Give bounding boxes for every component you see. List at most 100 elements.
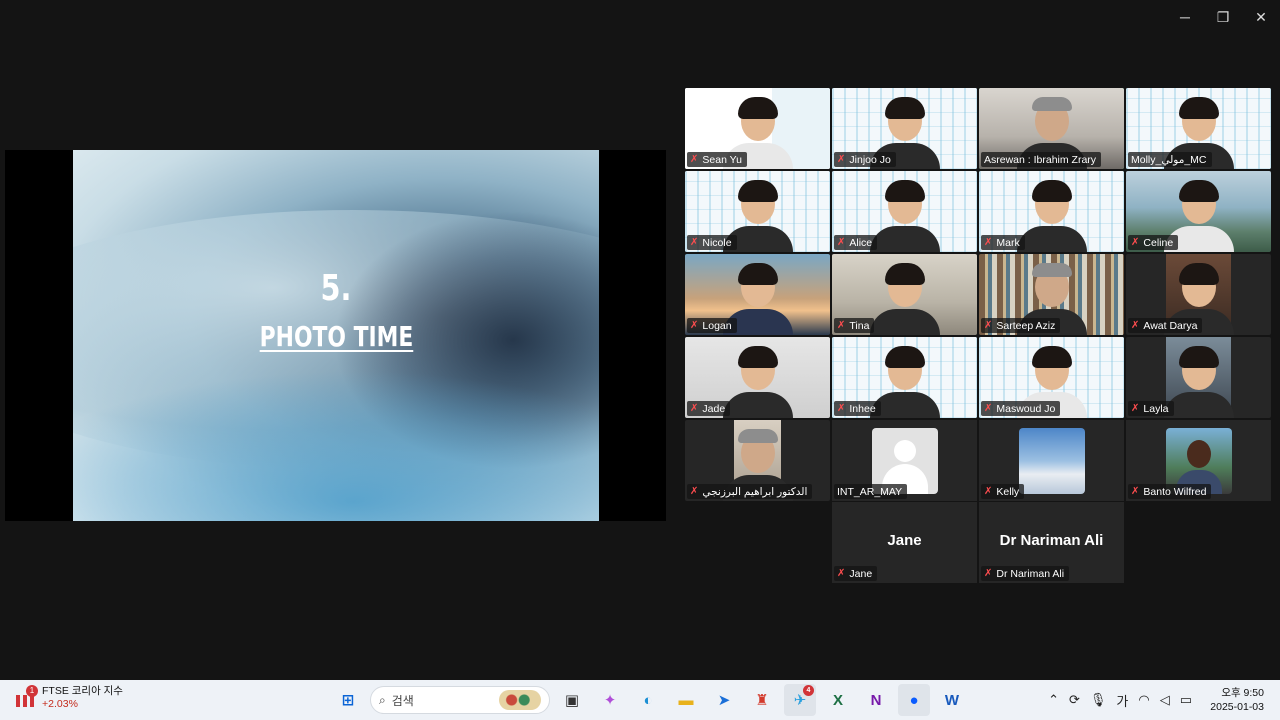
window-controls: ─ ❐ ✕ — [1166, 0, 1280, 34]
battery-icon[interactable]: ▭ — [1180, 692, 1192, 708]
participant-nametag: ✗ Banto Wilfred — [1128, 484, 1212, 499]
participant-video — [869, 180, 940, 252]
chevron-up-icon[interactable]: ⌃ — [1048, 692, 1059, 708]
mic-muted-icon: ✗ — [1131, 320, 1140, 331]
participant-nametag: ✗ Inhee — [834, 401, 881, 416]
participant-tile[interactable]: ✗ Layla — [1126, 337, 1271, 418]
clock[interactable]: 오후 9:50 2025-01-03 — [1210, 686, 1264, 714]
participant-nametag: ✗ Mark — [981, 235, 1025, 250]
participant-tile[interactable]: ✗ Sean Yu — [685, 88, 830, 169]
taskbar-search[interactable]: ⌕ 검색 — [370, 686, 550, 714]
clock-time: 오후 9:50 — [1221, 687, 1264, 699]
arrow-app-icon[interactable]: ➤ — [708, 684, 740, 716]
task-view-icon[interactable]: ▣ — [556, 684, 588, 716]
mic-muted-icon: ✗ — [837, 568, 846, 579]
participant-tile-camera-off[interactable]: ✗ Kelly — [979, 420, 1124, 501]
participant-nametag: ✗ Sean Yu — [687, 152, 747, 167]
mic-muted-icon: ✗ — [984, 320, 993, 331]
microphone-icon[interactable]: 🎙︎ — [1090, 692, 1107, 708]
participant-tile[interactable]: ✗ الدكتور ابراهيم البرزنجي — [685, 420, 830, 501]
sync-icon[interactable]: ⟳ — [1069, 692, 1080, 708]
participant-tile[interactable]: ✗ Tina — [832, 254, 977, 335]
participant-gallery: ✗ Sean Yu ✗ Jinjoo Jo Asrewan : Ibrahim Zr… — [685, 88, 1271, 583]
participant-display-name: Jane — [887, 532, 922, 549]
mic-muted-icon: ✗ — [690, 154, 699, 165]
mic-muted-icon: ✗ — [690, 320, 699, 331]
participant-video — [869, 263, 940, 335]
participant-tile[interactable]: ✗ Inhee — [832, 337, 977, 418]
stock-widget[interactable]: 1 FTSE 코리아 지수 +2.03% — [14, 685, 123, 711]
participant-nametag: ✗ Sarteep Aziz — [981, 318, 1061, 333]
participant-tile[interactable]: ✗ Celine — [1126, 171, 1271, 252]
search-placeholder: 검색 — [391, 693, 414, 708]
taskbar-apps: ⊞ ⌕ 검색 ▣ ✦ ◐ ▬ ➤ ♜ ✈ 4 X N ● W — [332, 684, 968, 716]
mic-muted-icon: ✗ — [1131, 403, 1140, 414]
robot-app-icon[interactable]: ♜ — [746, 684, 778, 716]
participant-tile-camera-off[interactable]: ✗ Banto Wilfred — [1126, 420, 1271, 501]
participant-tile[interactable]: ✗ Maswoud Jo — [979, 337, 1124, 418]
participant-tile-camera-off[interactable]: INT_AR_MAY — [832, 420, 977, 501]
presentation-slide: 5. PHOTO TIME — [73, 150, 599, 521]
minimize-button[interactable]: ─ — [1166, 0, 1204, 34]
participant-nametag: ✗ Jane — [834, 566, 878, 581]
profile-picture — [1018, 428, 1085, 494]
copilot-icon[interactable]: ✦ — [594, 684, 626, 716]
telegram-badge: 4 — [803, 685, 814, 696]
wifi-icon[interactable]: ◠ — [1138, 692, 1149, 708]
widget-title: FTSE 코리아 지수 — [42, 685, 123, 697]
participant-nametag: ✗ Jade — [687, 401, 731, 416]
participant-tile[interactable]: ✗ Awat Darya — [1126, 254, 1271, 335]
participant-nametag: Asrewan : Ibrahim Zrary — [981, 152, 1102, 167]
participant-nametag: ✗ Tina — [834, 318, 875, 333]
volume-icon[interactable]: ◁ — [1160, 692, 1170, 708]
close-button[interactable]: ✕ — [1242, 0, 1280, 34]
participant-tile[interactable]: ✗ Nicole — [685, 171, 830, 252]
mic-muted-icon: ✗ — [690, 403, 699, 414]
participant-nametag: ✗ Maswoud Jo — [981, 401, 1061, 416]
slide-title: PHOTO TIME — [259, 320, 413, 353]
ime-indicator[interactable]: 가 — [1116, 691, 1128, 710]
participant-video — [1163, 346, 1234, 418]
participant-nametag: ✗ Layla — [1128, 401, 1174, 416]
mic-muted-icon: ✗ — [690, 486, 699, 497]
participant-tile[interactable]: ✗ Mark — [979, 171, 1124, 252]
mic-muted-icon: ✗ — [837, 237, 846, 248]
notification-badge: 1 — [26, 685, 38, 697]
mic-muted-icon: ✗ — [1131, 486, 1140, 497]
file-explorer-icon[interactable]: ▬ — [670, 684, 702, 716]
participant-video — [1016, 180, 1087, 252]
participant-nametag: ✗ Celine — [1128, 235, 1179, 250]
clock-date: 2025-01-03 — [1210, 701, 1264, 713]
participant-tile[interactable]: Molly_مولي_MC — [1126, 88, 1271, 169]
participant-tile[interactable]: ✗ Logan — [685, 254, 830, 335]
participant-nametag: ✗ Awat Darya — [1128, 318, 1203, 333]
participant-nametag: ✗ Jinjoo Jo — [834, 152, 896, 167]
participant-display-name: Dr Nariman Ali — [999, 532, 1104, 549]
mic-muted-icon: ✗ — [984, 403, 993, 414]
word-icon[interactable]: W — [936, 684, 968, 716]
shared-screen[interactable]: 5. PHOTO TIME — [5, 150, 666, 521]
slide-number: 5. — [320, 268, 352, 309]
restore-button[interactable]: ❐ — [1204, 0, 1242, 34]
taskbar: 1 FTSE 코리아 지수 +2.03% ⊞ ⌕ 검색 ▣ ✦ ◐ ▬ ➤ ♜ … — [0, 680, 1280, 720]
participant-nametag: Molly_مولي_MC — [1128, 152, 1212, 167]
participant-nametag: ✗ Logan — [687, 318, 737, 333]
mic-muted-icon: ✗ — [837, 403, 846, 414]
slide-blue-wave-decor — [73, 370, 599, 521]
participant-tile[interactable]: ✗ Jade — [685, 337, 830, 418]
participant-tile[interactable]: ✗ Alice — [832, 171, 977, 252]
zoom-icon[interactable]: ● — [898, 684, 930, 716]
participant-nametag: ✗ Alice — [834, 235, 878, 250]
participant-tile[interactable]: ✗ Jinjoo Jo — [832, 88, 977, 169]
telegram-icon[interactable]: ✈ 4 — [784, 684, 816, 716]
edge-icon[interactable]: ◐ — [632, 684, 664, 716]
excel-icon[interactable]: X — [822, 684, 854, 716]
system-tray: ⌃ ⟳ 🎙︎ 가 ◠ ◁ ▭ — [1048, 684, 1192, 716]
onenote-icon[interactable]: N — [860, 684, 892, 716]
mic-muted-icon: ✗ — [984, 486, 993, 497]
participant-tile-name-only[interactable]: Jane ✗ Jane — [832, 502, 977, 583]
start-icon[interactable]: ⊞ — [332, 684, 364, 716]
participant-tile-name-only[interactable]: Dr Nariman Ali ✗ Dr Nariman Ali — [979, 502, 1124, 583]
participant-tile-active-speaker[interactable]: Asrewan : Ibrahim Zrary — [979, 88, 1124, 169]
participant-tile[interactable]: ✗ Sarteep Aziz — [979, 254, 1124, 335]
